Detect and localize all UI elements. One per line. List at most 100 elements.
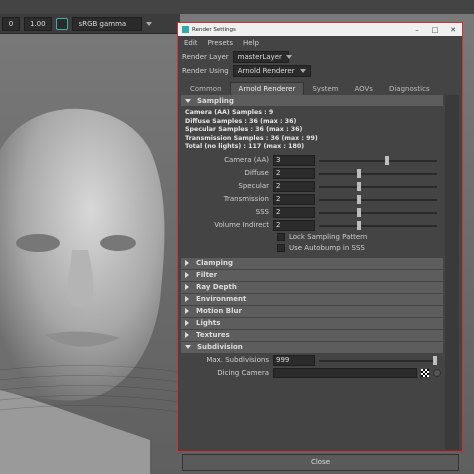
menu-bar: Edit Presets Help: [178, 36, 462, 50]
param-label: Transmission: [223, 195, 269, 204]
param-value-field[interactable]: 2: [273, 206, 315, 218]
sampling-info: Camera (AA) Samples : 9 Diffuse Samples …: [181, 107, 443, 154]
param-label: Volume Indirect: [214, 221, 269, 230]
expanded-arrow-icon: [185, 98, 191, 103]
menu-edit[interactable]: Edit: [184, 39, 198, 47]
render-using-label: Render Using: [182, 67, 229, 75]
section-filter[interactable]: Filter: [181, 269, 443, 281]
tab-bar: Common Arnold Renderer System AOVs Diagn…: [178, 82, 462, 95]
section-motion-blur[interactable]: Motion Blur: [181, 305, 443, 317]
info-line: Specular Samples : 36 (max : 36): [185, 126, 303, 134]
param-slider[interactable]: [319, 220, 437, 231]
param-value-field[interactable]: 3: [273, 154, 315, 166]
dicing-camera-row: Dicing Camera: [181, 367, 443, 380]
section-label: Ray Depth: [196, 283, 237, 292]
collapsed-arrow-icon: [185, 272, 189, 279]
autobump-label: Use Autobump in SSS: [289, 244, 365, 253]
render-using-value: Arnold Renderer: [237, 67, 295, 75]
section-lights[interactable]: Lights: [181, 317, 443, 329]
slider-thumb[interactable]: [356, 194, 361, 204]
tab-diagnostics[interactable]: Diagnostics: [381, 83, 438, 95]
section-subdivision-label: Subdivision: [197, 343, 243, 352]
param-value-field[interactable]: 2: [273, 219, 315, 231]
render-layer-row: Render Layer masterLayer: [178, 50, 462, 64]
tab-system[interactable]: System: [304, 83, 346, 95]
param-label: Diffuse: [244, 169, 269, 178]
max-subdivisions-field[interactable]: 999: [273, 354, 315, 366]
menu-presets[interactable]: Presets: [208, 39, 233, 47]
collapsed-arrow-icon: [185, 296, 189, 303]
collapsed-sections: Clamping Filter Ray Depth Environment Motion…: [181, 257, 443, 341]
slider-thumb[interactable]: [356, 220, 361, 230]
param-label: Camera (AA): [224, 156, 269, 165]
slider-thumb[interactable]: [433, 355, 437, 365]
slider-track: [319, 211, 437, 214]
slider-track: [319, 198, 437, 201]
expanded-arrow-icon: [185, 345, 191, 350]
slider-track: [319, 159, 437, 162]
checker-icon[interactable]: [421, 369, 429, 378]
param-slider[interactable]: [319, 155, 437, 166]
slider-thumb[interactable]: [385, 155, 390, 165]
section-label: Environment: [196, 295, 247, 304]
render-using-row: Render Using Arnold Renderer: [178, 64, 462, 78]
param-slider[interactable]: [319, 207, 437, 218]
tab-aovs[interactable]: AOVs: [346, 83, 381, 95]
ground-grid: [0, 365, 180, 413]
slider-track: [319, 359, 437, 362]
minimize-icon[interactable]: –: [408, 26, 426, 34]
param-value-field[interactable]: 2: [273, 193, 315, 205]
sampling-param-row: Specular 2: [181, 180, 443, 193]
menu-help[interactable]: Help: [243, 39, 259, 47]
param-slider[interactable]: [319, 168, 437, 179]
param-slider[interactable]: [319, 194, 437, 205]
info-line: Diffuse Samples : 36 (max : 36): [185, 117, 297, 125]
render-layer-select[interactable]: masterLayer: [232, 51, 292, 63]
settings-content: Sampling Camera (AA) Samples : 9 Diffuse…: [181, 95, 443, 450]
collapsed-arrow-icon: [185, 308, 189, 315]
section-ray-depth[interactable]: Ray Depth: [181, 281, 443, 293]
param-value-field[interactable]: 2: [273, 167, 315, 179]
section-subdivision[interactable]: Subdivision: [181, 341, 443, 353]
info-line: Transmission Samples : 36 (max : 99): [185, 134, 318, 142]
sampling-param-row: Volume Indirect 2: [181, 219, 443, 232]
select-node-icon[interactable]: [433, 369, 441, 378]
collapsed-arrow-icon: [185, 332, 189, 339]
max-subdivisions-slider[interactable]: [319, 355, 437, 366]
param-value-field[interactable]: 2: [273, 180, 315, 192]
close-button[interactable]: Close: [182, 454, 459, 471]
autobump-checkbox[interactable]: [277, 244, 285, 253]
sampling-param-row: SSS 2: [181, 206, 443, 219]
render-using-select[interactable]: Arnold Renderer: [232, 65, 311, 77]
section-environment[interactable]: Environment: [181, 293, 443, 305]
render-layer-value: masterLayer: [237, 53, 282, 61]
maya-app-icon: [182, 26, 189, 33]
window-titlebar: Render Settings – □ ✕: [178, 23, 462, 36]
sampling-params: Camera (AA) 3 Diffuse 2 Specular 2 Transmissio…: [181, 154, 443, 232]
settings-scrollbar[interactable]: [445, 95, 459, 450]
tab-common[interactable]: Common: [182, 83, 230, 95]
lock-sampling-row[interactable]: Lock Sampling Pattern: [181, 232, 443, 243]
maximize-icon[interactable]: □: [426, 26, 444, 34]
param-slider[interactable]: [319, 181, 437, 192]
param-label: Specular: [238, 182, 269, 191]
sampling-param-row: Camera (AA) 3: [181, 154, 443, 167]
tab-arnold-renderer[interactable]: Arnold Renderer: [229, 82, 305, 95]
slider-thumb[interactable]: [356, 168, 361, 178]
sampling-param-row: Transmission 2: [181, 193, 443, 206]
max-subdivisions-label: Max. Subdivisions: [206, 356, 269, 365]
slider-thumb[interactable]: [356, 207, 361, 217]
max-subdivisions-row: Max. Subdivisions 999: [181, 354, 443, 367]
slider-thumb[interactable]: [356, 181, 361, 191]
dicing-camera-field[interactable]: [273, 368, 417, 379]
close-icon[interactable]: ✕: [444, 26, 462, 34]
section-sampling[interactable]: Sampling: [181, 95, 443, 106]
window-title: Render Settings: [192, 26, 236, 33]
section-clamping[interactable]: Clamping: [181, 257, 443, 269]
lock-sampling-checkbox[interactable]: [277, 233, 285, 242]
info-line: Total (no lights) : 117 (max : 180): [185, 143, 305, 151]
render-settings-window: Render Settings – □ ✕ Edit Presets Help …: [177, 22, 463, 471]
section-label: Lights: [196, 319, 221, 328]
autobump-row[interactable]: Use Autobump in SSS: [181, 243, 443, 254]
section-textures[interactable]: Textures: [181, 329, 443, 341]
